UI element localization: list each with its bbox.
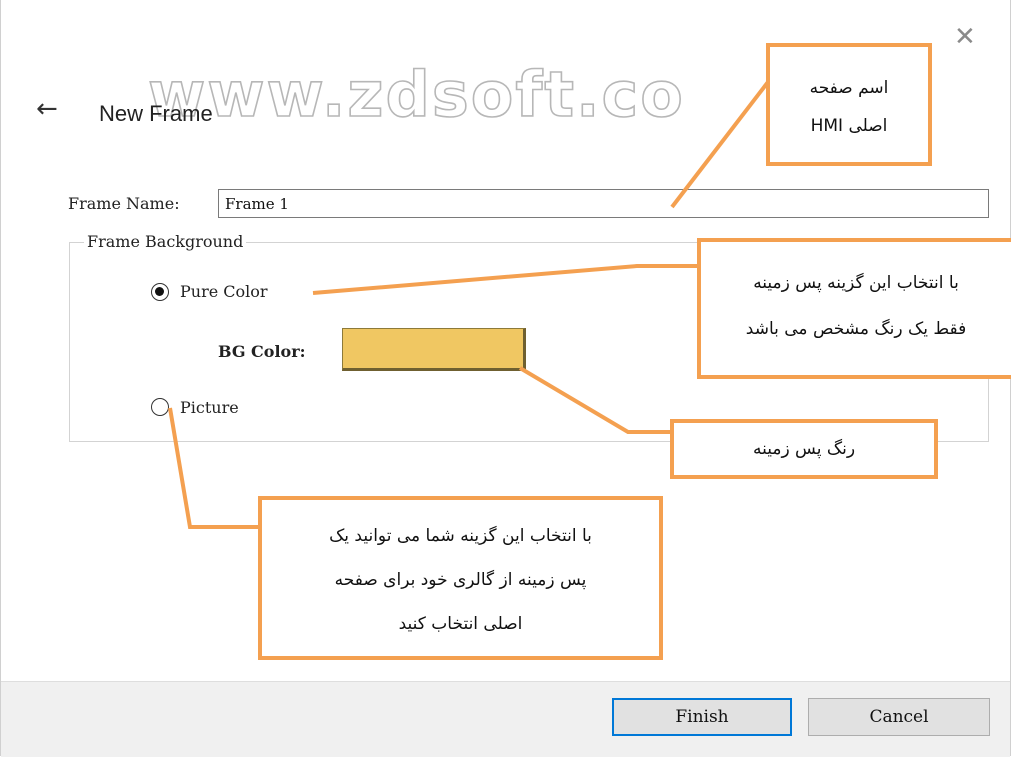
callout-line: با انتخاب این گزینه پس زمینه (753, 273, 959, 293)
leader-bg-color (518, 366, 670, 434)
callout-line: رنگ پس زمینه (752, 439, 856, 459)
callout-line: با انتخاب این گزینه شما می توانید یک (329, 526, 592, 546)
callout-pure-color: با انتخاب این گزینه پس زمینه فقط یک رنگ … (697, 238, 1011, 379)
callout-line: فقط یک رنگ مشخص می باشد (745, 319, 967, 339)
leader-pure-color (312, 264, 697, 295)
leader-frame-name (670, 80, 770, 209)
callout-frame-name: اسم صفحه اصلی HMI (766, 43, 932, 166)
callout-line: اصلی انتخاب کنید (398, 614, 523, 634)
callout-line: اسم صفحه (809, 78, 889, 98)
callout-bg-color: رنگ پس زمینه (670, 419, 938, 479)
callout-line: پس زمینه از گالری خود برای صفحه (334, 570, 587, 590)
leader-picture (168, 407, 258, 529)
callout-line: اصلی HMI (810, 116, 888, 136)
callout-picture: با انتخاب این گزینه شما می توانید یک پس … (258, 496, 663, 660)
